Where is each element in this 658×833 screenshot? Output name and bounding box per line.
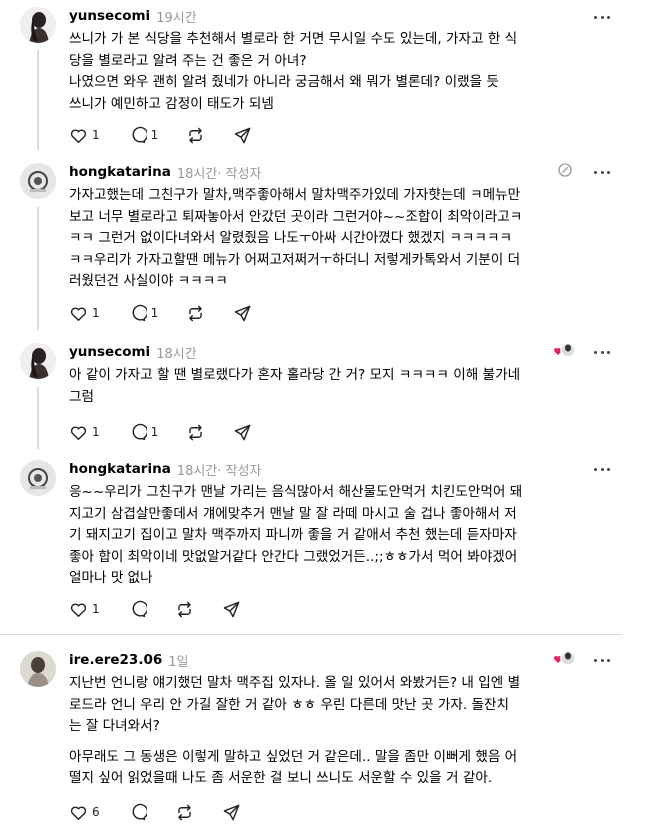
like-button[interactable]: 1 bbox=[69, 304, 100, 323]
share-icon bbox=[234, 305, 251, 321]
share-button[interactable] bbox=[222, 803, 241, 822]
timestamp[interactable]: 18시간 bbox=[177, 163, 217, 182]
thread-line bbox=[37, 207, 39, 330]
timestamp[interactable]: 19시간 bbox=[156, 7, 196, 26]
liked-by-author-icon bbox=[554, 342, 576, 358]
liked-by-author-icon bbox=[554, 650, 576, 666]
heart-icon bbox=[70, 425, 87, 440]
avatar[interactable] bbox=[20, 7, 56, 43]
share-button[interactable] bbox=[233, 423, 252, 442]
post-actions: 1 1 bbox=[69, 421, 280, 443]
post-body: 쓰니가 가 본 식당을 추천해서 별로라 한 거면 무시일 수도 있는데, 가자… bbox=[69, 31, 518, 112]
comment-icon bbox=[132, 304, 147, 321]
more-icon[interactable] bbox=[594, 10, 610, 24]
username[interactable]: hongkatarina bbox=[69, 164, 171, 180]
timestamp[interactable]: 18시간 bbox=[177, 460, 217, 479]
reply-button[interactable]: 1 bbox=[128, 423, 159, 442]
username[interactable]: hongkatarina bbox=[69, 461, 171, 477]
repost-icon bbox=[177, 601, 191, 617]
more-icon[interactable] bbox=[594, 165, 610, 179]
share-icon bbox=[223, 601, 239, 617]
comment-icon bbox=[132, 803, 147, 820]
post-actions: 1 1 bbox=[69, 124, 280, 146]
post-actions: 1 bbox=[69, 598, 269, 620]
like-count: 1 bbox=[92, 602, 100, 616]
username[interactable]: yunsecomi bbox=[69, 344, 150, 360]
timestamp[interactable]: 1일 bbox=[168, 651, 188, 670]
more-icon[interactable] bbox=[594, 653, 610, 667]
comment-icon bbox=[132, 423, 147, 440]
like-button[interactable]: 1 bbox=[69, 126, 100, 145]
more-icon[interactable] bbox=[594, 345, 610, 359]
author-tag: · 작성자 bbox=[217, 166, 262, 182]
like-button[interactable]: 6 bbox=[69, 803, 100, 822]
author-tag: · 작성자 bbox=[217, 463, 262, 479]
like-count: 1 bbox=[92, 128, 100, 142]
heart-icon bbox=[70, 128, 87, 143]
repost-button[interactable] bbox=[186, 304, 205, 323]
repost-button[interactable] bbox=[175, 600, 194, 619]
more-icon[interactable] bbox=[594, 462, 610, 476]
share-icon bbox=[223, 804, 239, 820]
avatar[interactable] bbox=[20, 163, 56, 199]
post-body: 지난번 언니랑 얘기했던 말차 맥주집 있자나. 올 일 있어서 와봤거든? 내… bbox=[69, 675, 521, 786]
reply-button[interactable]: 1 bbox=[128, 304, 159, 323]
like-count: 1 bbox=[92, 306, 100, 320]
username[interactable]: yunsecomi bbox=[69, 8, 150, 24]
share-icon bbox=[234, 424, 251, 440]
reply-button[interactable] bbox=[128, 803, 147, 822]
thread-line bbox=[37, 387, 39, 449]
like-count: 1 bbox=[92, 425, 100, 439]
heart-icon bbox=[70, 602, 87, 617]
repost-icon bbox=[189, 305, 203, 321]
repost-button[interactable] bbox=[186, 423, 205, 442]
comment-icon bbox=[132, 600, 147, 617]
post-actions: 1 1 bbox=[69, 302, 280, 324]
like-button[interactable]: 1 bbox=[69, 423, 100, 442]
share-button[interactable] bbox=[233, 304, 252, 323]
share-button[interactable] bbox=[233, 126, 252, 145]
repost-icon bbox=[189, 424, 203, 440]
avatar[interactable] bbox=[20, 460, 56, 496]
share-icon bbox=[234, 127, 251, 143]
reply-button[interactable]: 1 bbox=[128, 126, 159, 145]
thread-line bbox=[37, 50, 39, 150]
reply-button[interactable] bbox=[128, 600, 147, 619]
post-body: 아 같이 가자고 할 땐 별로랬다가 혼자 홀라당 간 거? 모지 ㅋㅋㅋㅋ 이… bbox=[69, 367, 521, 405]
avatar[interactable] bbox=[20, 651, 56, 687]
repost-button[interactable] bbox=[175, 803, 194, 822]
edit-icon[interactable] bbox=[556, 161, 574, 179]
reply-count: 1 bbox=[150, 425, 159, 439]
reply-count: 1 bbox=[150, 306, 159, 320]
post-actions: 6 bbox=[69, 801, 269, 823]
repost-button[interactable] bbox=[186, 126, 205, 145]
divider bbox=[0, 634, 622, 635]
post-body: 응~~우리가 그친구가 맨날 가리는 음식많아서 해산물도안먹거 치킨도안먹어 … bbox=[69, 484, 523, 586]
username[interactable]: ire.ere23.06 bbox=[69, 652, 162, 668]
comment-icon bbox=[132, 126, 147, 143]
like-count: 6 bbox=[92, 805, 100, 819]
reply-count: 1 bbox=[150, 128, 159, 142]
heart-icon bbox=[70, 306, 87, 321]
repost-icon bbox=[177, 804, 191, 820]
like-button[interactable]: 1 bbox=[69, 600, 100, 619]
heart-icon bbox=[70, 805, 87, 820]
post-body: 가자고했는데 그친구가 말차,맥주좋아해서 말차맥주가있데 가자햣는데 ㅋ메뉴만… bbox=[69, 187, 523, 289]
share-button[interactable] bbox=[222, 600, 241, 619]
timestamp[interactable]: 18시간 bbox=[156, 343, 196, 362]
avatar[interactable] bbox=[20, 343, 56, 379]
repost-icon bbox=[189, 127, 203, 143]
